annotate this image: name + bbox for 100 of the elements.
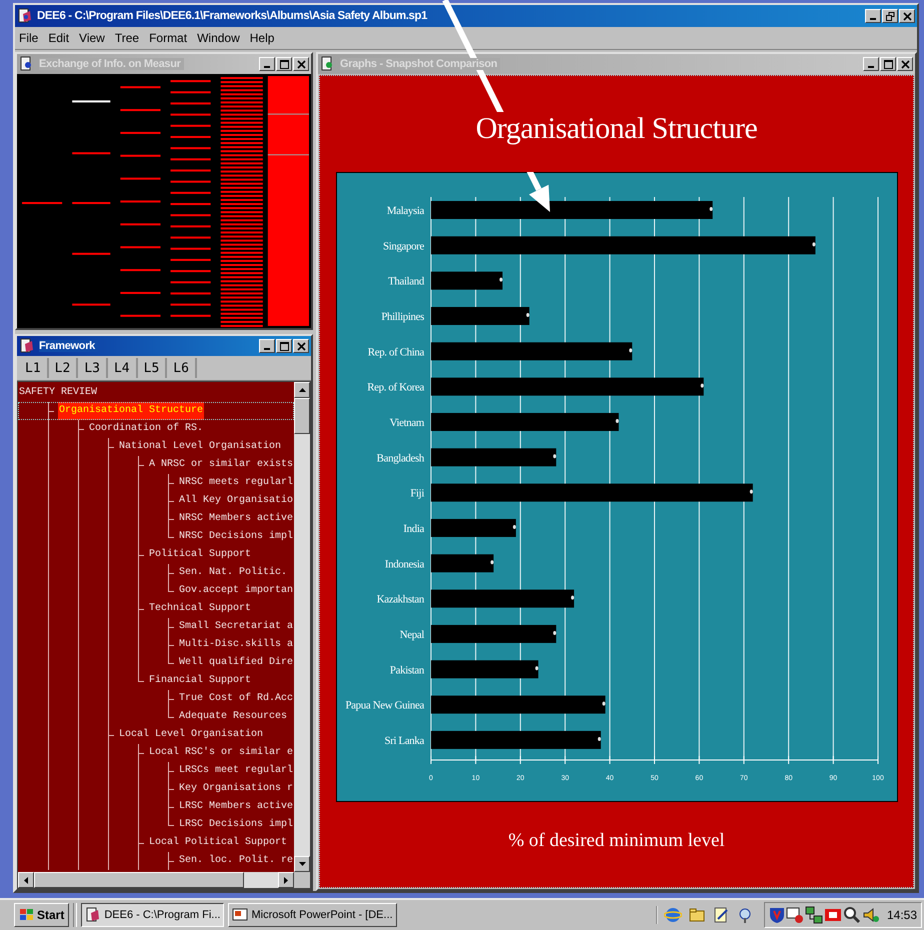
minimize-button[interactable] [259, 57, 275, 71]
category-label: Kazakhstan [376, 594, 424, 606]
node-label[interactable]: All Key Organisatio [178, 492, 294, 510]
node-label[interactable]: NRSC Members active [178, 510, 294, 528]
node-label[interactable]: Coordination of RS. [88, 420, 204, 438]
window-title: DEE6 - C:\Program Files\DEE6.1\Frameworks\Albums\Asia Safety Album.sp1 [37, 10, 428, 22]
node-label[interactable]: Gov.accept importan [178, 582, 294, 600]
chart-title: Organisational Structure [476, 112, 758, 172]
node-label[interactable]: Key Organisations r [178, 780, 294, 798]
globe-icon [664, 906, 682, 924]
close-icon [900, 60, 910, 68]
node-label[interactable]: True Cost of Rd.Acc [178, 690, 294, 708]
bar-end-marker [512, 524, 516, 529]
bar [430, 272, 502, 290]
maximize-button[interactable] [276, 339, 292, 353]
node-label[interactable]: Sen. Nat. Politic. [178, 564, 288, 582]
restore-icon [886, 12, 894, 20]
category-label: Bangladesh [376, 452, 424, 464]
taskbar-button[interactable]: Microsoft PowerPoint - [DE... [228, 903, 397, 927]
bar-end-marker [552, 630, 556, 635]
scroll-thumb[interactable] [294, 398, 310, 434]
taskbar-button[interactable]: DEE6 - C:\Program Fi... [81, 903, 224, 927]
node-label[interactable]: Technical Support [148, 600, 252, 618]
minimize-button[interactable] [865, 9, 881, 23]
menu-item[interactable]: Help [250, 31, 274, 45]
down-arrow-icon [298, 862, 306, 866]
scroll-thumb[interactable] [34, 872, 244, 888]
node-label[interactable]: NRSC meets regularl [178, 474, 294, 492]
maximize-button[interactable] [276, 57, 292, 71]
category-label: Nepal [399, 628, 424, 641]
node-label[interactable]: Financial Support [148, 672, 252, 690]
menu-item[interactable]: Format [149, 31, 188, 45]
node-label[interactable]: Political Support [148, 546, 252, 564]
close-button[interactable] [293, 57, 309, 71]
category-label: Rep. of China [367, 346, 424, 358]
speaker-icon [862, 906, 880, 924]
node-label[interactable]: SAFETY REVIEW [18, 384, 98, 402]
node-label[interactable]: Sen. loc. Polit. re [178, 852, 294, 870]
node-label[interactable]: Local Level Organisation [118, 726, 264, 744]
maximize-icon [280, 342, 288, 350]
close-icon [902, 12, 912, 20]
shield-icon [768, 906, 785, 924]
category-label: Sri Lanka [384, 734, 424, 747]
scroll-up-button[interactable] [294, 382, 310, 398]
category-label: Singapore [382, 240, 424, 252]
menu-item[interactable]: View [79, 31, 105, 45]
bar-end-marker [700, 384, 704, 388]
node-label[interactable]: National Level Organisation [118, 438, 282, 456]
left-arrow-icon [24, 876, 28, 884]
node-label[interactable]: A NRSC or similar exists [148, 456, 294, 474]
up-arrow-icon [298, 388, 306, 392]
bar-end-marker [749, 490, 752, 494]
minimize-button[interactable] [259, 339, 275, 353]
minimize-icon [870, 18, 876, 20]
folder-icon [688, 906, 706, 924]
minimize-icon [264, 348, 270, 350]
node-label[interactable]: Multi-Disc.skills a [178, 636, 294, 654]
category-label: Indonesia [384, 558, 424, 570]
chip-icon [824, 906, 842, 924]
scroll-left-button[interactable] [18, 872, 34, 888]
menu-item[interactable]: Edit [48, 31, 70, 45]
node-label[interactable]: Organisational Structure [58, 402, 204, 420]
app-icon [19, 338, 35, 354]
minimize-icon [264, 66, 270, 68]
horizontal-scrollbar[interactable] [18, 872, 294, 888]
start-button[interactable]: Start [14, 903, 70, 927]
app-icon [17, 8, 33, 24]
node-label[interactable]: Well qualified Dire [178, 654, 294, 672]
node-label[interactable]: Small Secretariat a [178, 618, 294, 636]
bar-end-marker [526, 313, 529, 317]
menu-item[interactable]: Tree [114, 31, 140, 45]
close-icon [296, 342, 306, 350]
category-label: Malaysia [386, 205, 424, 217]
windows-flag-icon [19, 908, 35, 922]
node-label[interactable]: LRSC Members active [178, 798, 294, 816]
category-label: Papua New Guinea [344, 700, 424, 712]
node-label[interactable]: LRSCs meet regularl [178, 762, 294, 780]
vertical-scrollbar[interactable] [294, 382, 310, 872]
node-label[interactable]: Adequate Resources [178, 708, 288, 726]
restore-button[interactable] [882, 9, 898, 23]
scroll-down-button[interactable] [294, 856, 310, 872]
node-label[interactable]: Local Political Support [148, 834, 288, 852]
node-label[interactable]: NRSC Decisions impl [178, 528, 294, 546]
monitor-icon [786, 906, 804, 924]
bar-end-marker [597, 736, 600, 741]
close-button[interactable] [899, 9, 915, 23]
bar-end-marker [490, 560, 494, 564]
menu-item[interactable]: Window [197, 31, 240, 45]
category-label: Thailand [388, 276, 424, 288]
bar-end-marker [534, 666, 538, 670]
bar-end-marker [570, 596, 574, 600]
menu-item[interactable]: File [19, 31, 38, 45]
maximize-button[interactable] [880, 57, 896, 71]
close-button[interactable] [897, 57, 913, 71]
bar-end-marker [499, 278, 502, 282]
minimize-button[interactable] [863, 57, 879, 71]
close-button[interactable] [293, 339, 309, 353]
scroll-right-button[interactable] [278, 872, 294, 888]
node-label[interactable]: LRSC Decisions impl [178, 816, 294, 834]
node-label[interactable]: Local RSC's or similar e [148, 744, 294, 762]
